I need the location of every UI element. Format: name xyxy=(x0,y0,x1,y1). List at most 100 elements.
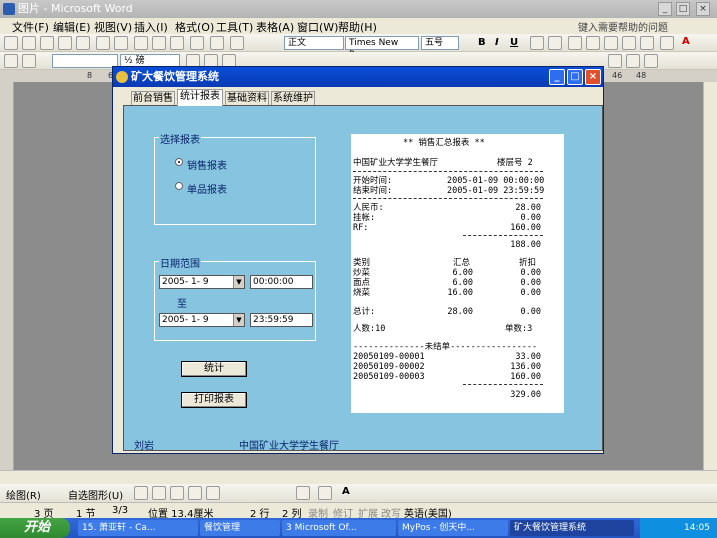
end-date-picker[interactable]: 2005- 1- 9 ▼ xyxy=(159,313,245,327)
font-color-icon[interactable]: A xyxy=(682,36,690,47)
autoshapes-menu[interactable]: 自选图形(U) xyxy=(68,487,123,502)
print-preview-icon[interactable] xyxy=(96,36,110,50)
undo-icon[interactable] xyxy=(190,36,204,50)
menu-tools[interactable]: 工具(T) xyxy=(216,19,253,35)
vertical-scrollbar[interactable] xyxy=(703,82,717,470)
numbering-icon[interactable] xyxy=(604,36,618,50)
line-tool-icon[interactable] xyxy=(134,486,148,500)
start-time-input[interactable]: 00:00:00 xyxy=(250,275,313,289)
app-close-button[interactable]: × xyxy=(585,69,601,85)
style-select[interactable]: 正文 xyxy=(284,36,344,50)
app-minimize-button[interactable]: _ xyxy=(549,69,565,85)
italic-icon[interactable]: I xyxy=(495,37,499,48)
copy-icon[interactable] xyxy=(152,36,166,50)
task-office[interactable]: 3 Microsoft Of... xyxy=(282,520,396,536)
sort-descending-icon[interactable] xyxy=(626,54,640,68)
chevron-down-icon[interactable]: ▼ xyxy=(233,276,244,288)
report-start-value: 2005-01-09 00:00:00 xyxy=(447,176,545,186)
bill-amount: 160.00 xyxy=(510,372,541,382)
payment-total: 188.00 xyxy=(510,240,541,250)
rectangle-tool-icon[interactable] xyxy=(170,486,184,500)
start-button[interactable]: 开始 xyxy=(0,518,70,538)
app-window: 矿大餐饮管理系统 _ □ × 前台销售 统计报表 基础资料 系统维护 选择报表 … xyxy=(112,66,604,454)
help-question-box[interactable]: 键入需要帮助的问题 xyxy=(578,19,690,34)
open-icon[interactable] xyxy=(22,36,36,50)
line-color-icon[interactable] xyxy=(318,486,332,500)
end-time-input[interactable]: 23:59:59 xyxy=(250,313,313,327)
sort-ascending-icon[interactable] xyxy=(608,54,622,68)
permission-icon[interactable] xyxy=(58,36,72,50)
cat-discount: 0.00 xyxy=(520,268,541,278)
highlight-icon[interactable] xyxy=(660,36,674,50)
app-maximize-button[interactable]: □ xyxy=(567,69,583,85)
menu-table[interactable]: 表格(A) xyxy=(256,19,294,35)
cut-icon[interactable] xyxy=(134,36,148,50)
menu-file[interactable]: 文件(F) xyxy=(12,19,49,35)
word-maximize-button[interactable]: □ xyxy=(676,2,690,16)
eraser-icon[interactable] xyxy=(22,54,36,68)
draw-font-color-icon[interactable]: A xyxy=(342,486,350,497)
underline-icon[interactable]: U xyxy=(510,37,518,48)
save-icon[interactable] xyxy=(40,36,54,50)
radio-dot xyxy=(175,158,183,166)
cat-header-name: 类别 xyxy=(353,258,371,268)
start-date-picker[interactable]: 2005- 1- 9 ▼ xyxy=(159,275,245,289)
task-mypos[interactable]: MyPos - 创天中... xyxy=(398,520,508,536)
tab-basic-data[interactable]: 基础资料 xyxy=(225,91,269,106)
report-title: ** 销售汇总报表 ** xyxy=(403,138,485,148)
word-minimize-button[interactable]: _ xyxy=(658,2,672,16)
task-music[interactable]: 15. 萧亚轩 - Ca... xyxy=(78,520,198,536)
tab-statistics[interactable]: 统计报表 xyxy=(177,89,223,106)
font-select[interactable]: Times New Roman xyxy=(345,36,419,60)
radio-sales-report[interactable]: 销售报表 xyxy=(175,157,227,172)
char-shading-icon[interactable] xyxy=(548,36,562,50)
menu-format[interactable]: 格式(O) xyxy=(175,19,214,35)
draw-table-icon[interactable] xyxy=(4,54,18,68)
word-close-button[interactable]: × xyxy=(696,2,710,16)
vertical-ruler xyxy=(0,82,14,470)
order-count: 单数:3 xyxy=(505,324,533,334)
align-center-icon[interactable] xyxy=(586,36,600,50)
bill-id: 20050109-00003 xyxy=(353,372,425,382)
cat-sum: 16.00 xyxy=(447,288,473,298)
spelling-icon[interactable] xyxy=(114,36,128,50)
bill-id: 20050109-00001 xyxy=(353,352,425,362)
payment-value: 160.00 xyxy=(510,223,541,233)
print-icon[interactable] xyxy=(76,36,90,50)
font-size-select[interactable]: 五号 xyxy=(421,36,459,50)
stat-button[interactable]: 统计 xyxy=(181,361,247,377)
autosum-icon[interactable] xyxy=(644,54,658,68)
chevron-down-icon[interactable]: ▼ xyxy=(233,314,244,326)
line-style-select[interactable] xyxy=(52,54,118,68)
task-catering[interactable]: 餐饮管理 xyxy=(200,520,280,536)
menu-insert[interactable]: 插入(I) xyxy=(134,19,168,35)
indent-icon[interactable] xyxy=(640,36,654,50)
char-border-icon[interactable] xyxy=(530,36,544,50)
menu-view[interactable]: 视图(V) xyxy=(94,19,132,35)
align-left-icon[interactable] xyxy=(568,36,582,50)
fill-color-icon[interactable] xyxy=(296,486,310,500)
bullets-icon[interactable] xyxy=(622,36,636,50)
redo-icon[interactable] xyxy=(210,36,224,50)
new-doc-icon[interactable] xyxy=(4,36,18,50)
arrow-tool-icon[interactable] xyxy=(152,486,166,500)
payment-value: 28.00 xyxy=(515,203,541,213)
radio-item-report[interactable]: 单品报表 xyxy=(175,181,227,196)
tab-maintenance[interactable]: 系统维护 xyxy=(271,91,315,106)
cat-header-discount: 折扣 xyxy=(519,258,537,268)
task-app[interactable]: 矿大餐饮管理系统 xyxy=(510,520,634,536)
tab-front-sales[interactable]: 前台销售 xyxy=(131,91,175,106)
bold-icon[interactable]: B xyxy=(478,37,486,48)
oval-tool-icon[interactable] xyxy=(188,486,202,500)
textbox-tool-icon[interactable] xyxy=(206,486,220,500)
menu-edit[interactable]: 编辑(E) xyxy=(53,19,91,35)
horizontal-scrollbar[interactable] xyxy=(0,470,717,484)
draw-menu[interactable]: 绘图(R) xyxy=(6,487,41,502)
paste-icon[interactable] xyxy=(170,36,184,50)
app-title: 矿大餐饮管理系统 xyxy=(131,70,219,83)
menu-help[interactable]: 帮助(H) xyxy=(338,19,377,35)
menu-window[interactable]: 窗口(W) xyxy=(297,19,338,35)
print-report-button[interactable]: 打印报表 xyxy=(181,392,247,408)
hyperlink-icon[interactable] xyxy=(230,36,244,50)
divider xyxy=(463,235,543,236)
